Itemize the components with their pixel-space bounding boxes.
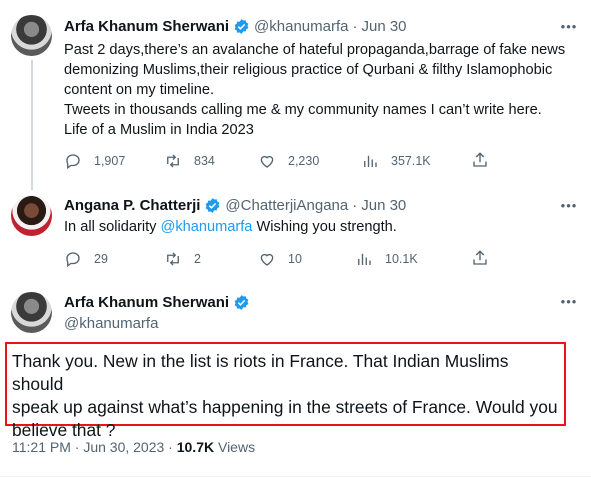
tweet-timestamp[interactable]: 11:21 PM · Jun 30, 2023 · — [12, 439, 177, 455]
tweet-text: In all solidarity @khanumarfa Wishing yo… — [64, 217, 574, 237]
reply-button[interactable]: 29 — [64, 249, 108, 269]
tweet-actions: 1,907 834 2,230 357.1K — [64, 151, 494, 171]
like-count: 10 — [288, 252, 302, 266]
more-icon[interactable]: ••• — [560, 196, 578, 214]
author-name[interactable]: Arfa Khanum Sherwani — [64, 294, 229, 311]
share-button[interactable] — [471, 249, 489, 269]
tweet-text-line: demonizing Muslims,their religious pract… — [64, 62, 553, 78]
tweet-text-line: Thank you. New in the list is riots in F… — [12, 351, 509, 394]
share-icon — [473, 151, 487, 167]
tweet-handle-row: @khanumarfa — [64, 313, 158, 333]
tweet-actions: 29 2 10 10.1K — [64, 249, 494, 269]
reply-count: 1,907 — [94, 154, 126, 168]
reply-count: 29 — [94, 252, 108, 266]
divider — [0, 476, 591, 477]
like-button[interactable]: 10 — [258, 249, 302, 269]
views-count: 357.1K — [391, 154, 431, 168]
avatar[interactable] — [11, 195, 52, 236]
separator-dot: · — [352, 196, 358, 214]
tweet-metadata: 11:21 PM · Jun 30, 2023 · 10.7K Views — [12, 439, 255, 455]
tweet-header: Arfa Khanum Sherwani — [64, 292, 254, 312]
views-total: 10.7K — [176, 439, 215, 455]
verified-badge-icon — [234, 294, 249, 310]
share-icon — [473, 249, 487, 265]
tweet-text-segment: Wishing you strength. — [252, 219, 397, 235]
more-icon[interactable]: ••• — [560, 17, 578, 35]
tweet-text-line: content on my timeline. — [64, 82, 215, 98]
separator-dot: · — [352, 17, 358, 35]
more-icon[interactable]: ••• — [560, 292, 578, 310]
views-icon — [364, 155, 377, 167]
retweet-button[interactable]: 2 — [164, 249, 201, 269]
tweet-text: Past 2 days,there’s an avalanche of hate… — [64, 40, 574, 140]
views-label: Views — [214, 439, 256, 455]
like-icon — [260, 155, 274, 168]
tweet-date[interactable]: Jun 30 — [361, 197, 406, 214]
like-icon — [260, 253, 274, 266]
views-button[interactable]: 10.1K — [355, 249, 418, 269]
like-button[interactable]: 2,230 — [258, 151, 319, 171]
author-handle[interactable]: @khanumarfa — [254, 18, 348, 35]
reply-icon — [66, 154, 80, 170]
views-count: 10.1K — [385, 252, 418, 266]
reply-button[interactable]: 1,907 — [64, 151, 125, 171]
tweet-text-line: Past 2 days,there’s an avalanche of hate… — [64, 42, 566, 58]
share-button[interactable] — [471, 151, 489, 171]
tweet-text-segment: In all solidarity — [64, 219, 161, 235]
author-name[interactable]: Arfa Khanum Sherwani — [64, 18, 229, 35]
tweet-text-line: Life of a Muslim in India 2023 — [64, 122, 254, 138]
retweet-count: 2 — [194, 252, 201, 266]
tweet-date[interactable]: Jun 30 — [361, 18, 406, 35]
retweet-button[interactable]: 834 — [164, 151, 215, 171]
tweet-header: Angana P. Chatterji @ChatterjiAngana · J… — [64, 195, 406, 215]
tweet-text-line: Tweets in thousands calling me & my comm… — [64, 102, 542, 118]
views-icon — [358, 253, 371, 265]
verified-badge-icon — [234, 18, 249, 34]
avatar[interactable] — [11, 15, 52, 56]
retweet-icon — [167, 154, 179, 168]
tweet-text-line: speak up against what’s happening in the… — [12, 397, 558, 417]
retweet-icon — [167, 252, 179, 266]
reply-icon — [66, 252, 80, 268]
thread-connector — [31, 60, 33, 190]
author-handle[interactable]: @ChatterjiAngana — [225, 197, 348, 214]
views-button[interactable]: 357.1K — [361, 151, 431, 171]
main-tweet-text: Thank you. New in the list is riots in F… — [12, 350, 562, 442]
share-icon-wrap — [471, 151, 489, 172]
author-handle[interactable]: @khanumarfa — [64, 315, 158, 332]
avatar[interactable] — [11, 292, 52, 333]
share-icon-wrap — [471, 249, 489, 270]
mention-link[interactable]: @khanumarfa — [161, 219, 253, 235]
tweet-header: Arfa Khanum Sherwani @khanumarfa · Jun 3… — [64, 16, 407, 36]
verified-badge-icon — [206, 197, 220, 213]
like-count: 2,230 — [288, 154, 320, 168]
author-name[interactable]: Angana P. Chatterji — [64, 197, 200, 214]
retweet-count: 834 — [194, 154, 215, 168]
